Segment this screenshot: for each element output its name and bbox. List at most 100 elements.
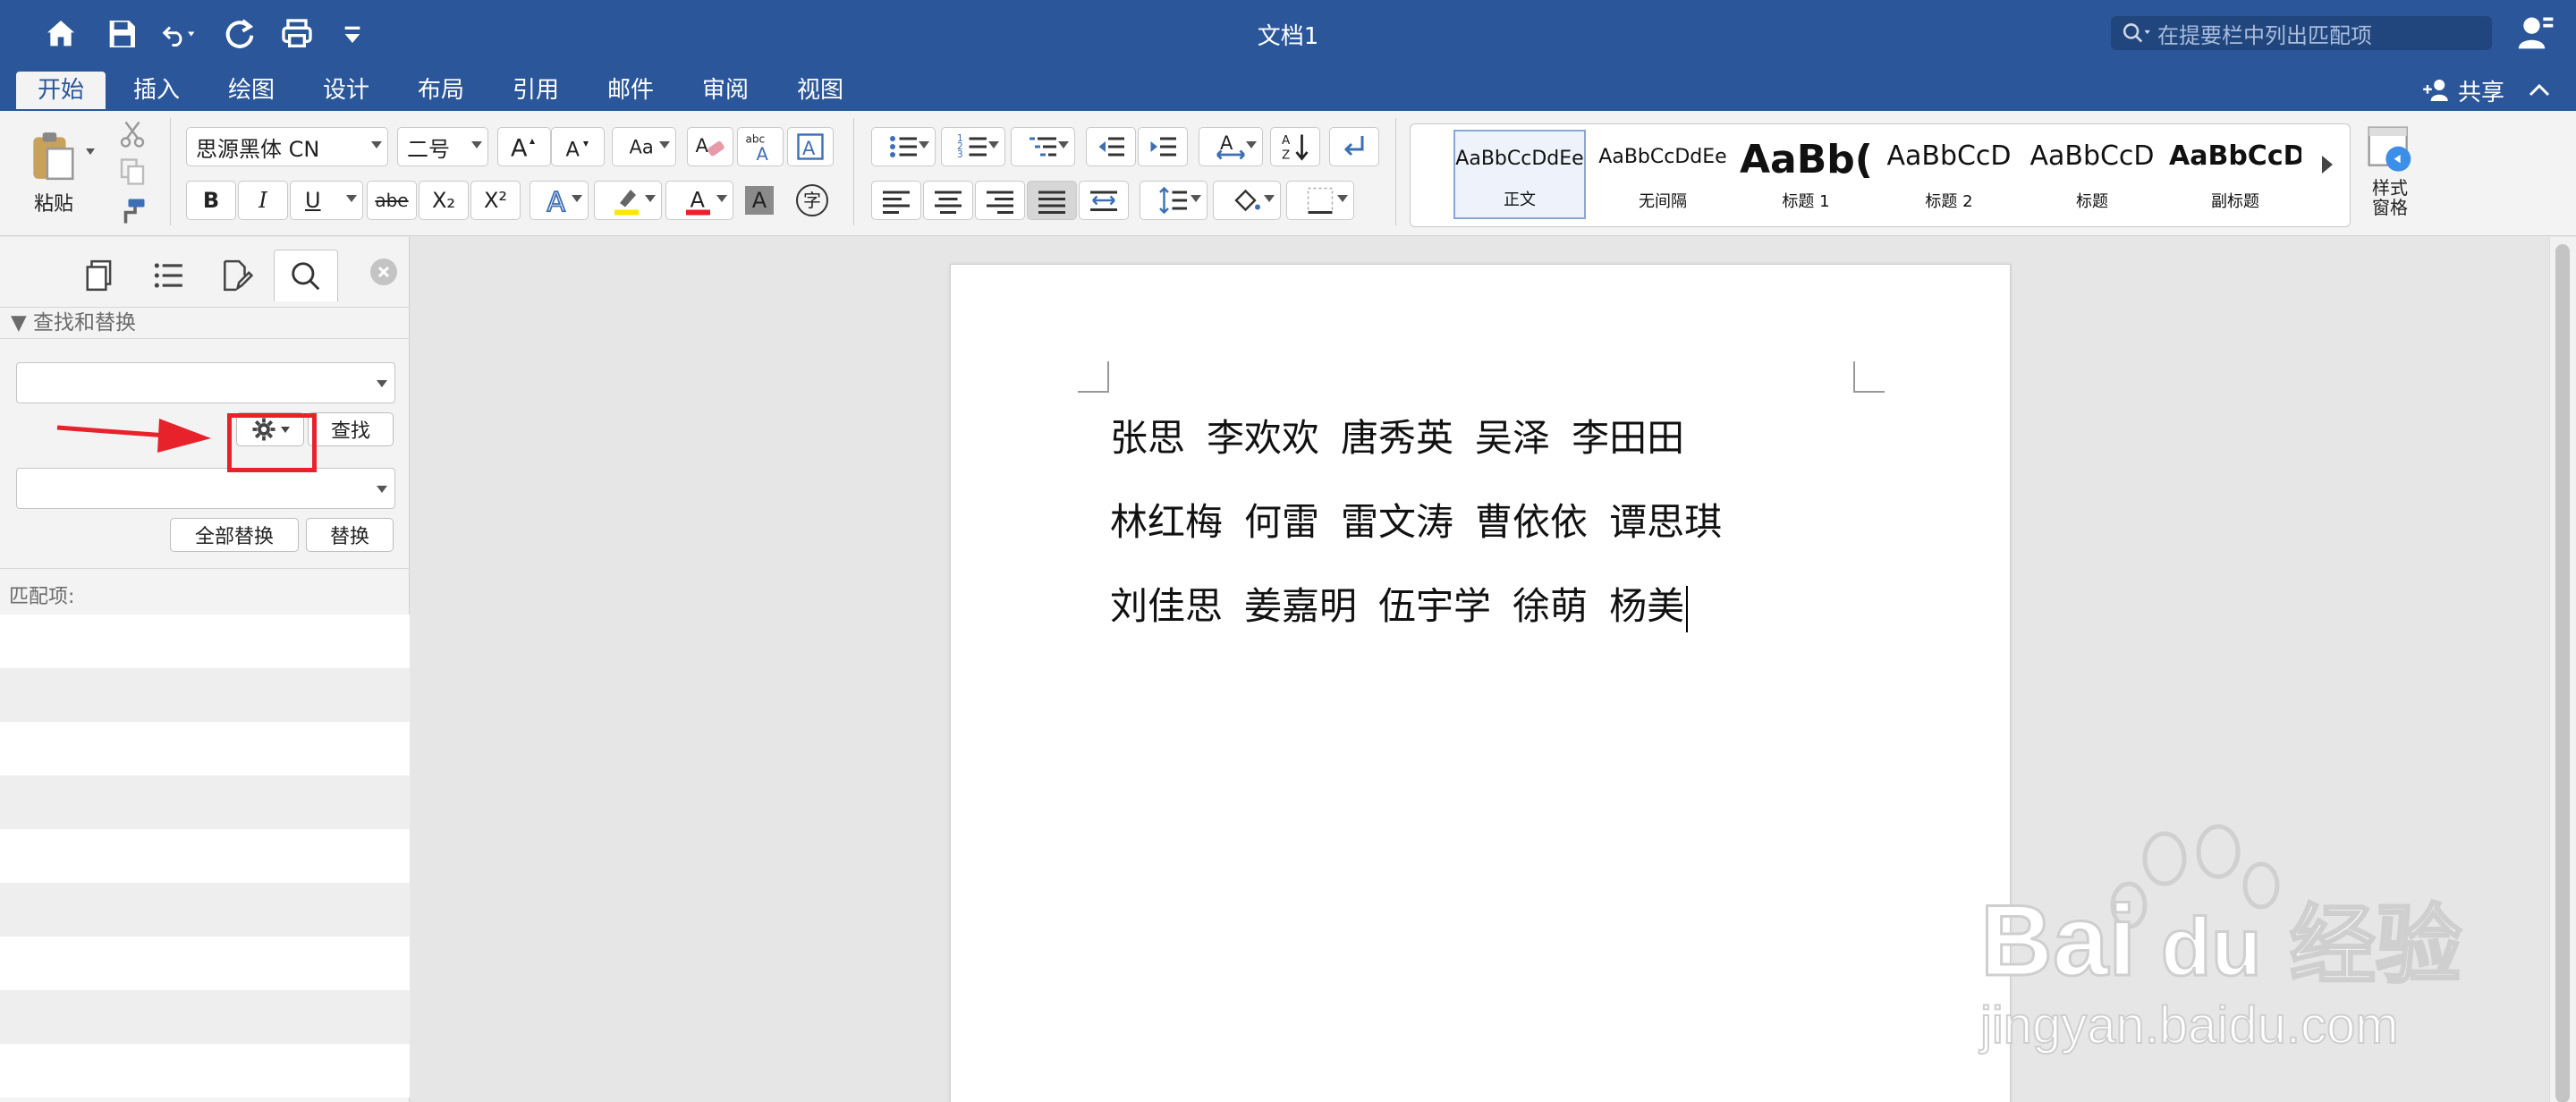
paste-button[interactable] — [16, 120, 88, 191]
styles-pane-button[interactable]: 样式 窗格 — [2361, 123, 2419, 227]
shading-button[interactable] — [1213, 181, 1281, 220]
tab-reviewing[interactable] — [204, 250, 268, 301]
document-page[interactable]: 张思 李欢欢 唐秀英 吴泽 李田田 林红梅 何雷 雷文涛 曹依依 谭思琪 刘佳思 姜嘉明 伍宇学 徐萌… — [950, 264, 2011, 1102]
style-title[interactable]: AaBbCcD 标题 — [2026, 130, 2158, 219]
justify-button[interactable] — [1027, 181, 1077, 220]
character-shading-button[interactable]: A — [739, 181, 780, 220]
name-text: 李田田 — [1572, 416, 1685, 460]
justify-icon — [1038, 191, 1065, 214]
paste-dropdown-icon[interactable] — [86, 148, 95, 155]
style-name: 副标题 — [2211, 192, 2259, 211]
align-left-button[interactable] — [871, 181, 921, 220]
decrease-indent-button[interactable] — [1086, 127, 1136, 166]
gallery-more-icon[interactable] — [2322, 156, 2333, 174]
shrink-font-button[interactable]: A — [551, 127, 605, 166]
annotation-highlight-box — [227, 413, 317, 472]
name-text: 张思 — [1110, 416, 1186, 460]
tab-outline[interactable] — [136, 250, 200, 301]
ribbon-separator — [170, 118, 171, 225]
account-icon[interactable] — [2517, 13, 2556, 52]
svg-text:du: du — [2161, 902, 2261, 993]
copy-icon[interactable] — [113, 154, 152, 190]
underline-button[interactable]: U — [290, 181, 363, 220]
distributed-button[interactable] — [1079, 181, 1129, 220]
show-marks-button[interactable] — [1329, 127, 1379, 166]
align-right-button[interactable] — [975, 181, 1025, 220]
style-normal[interactable]: AaBbCcDdEe 正文 — [1453, 130, 1586, 219]
find-input[interactable] — [16, 362, 395, 403]
tab-references[interactable]: 引用 — [504, 72, 567, 109]
clear-formatting-button[interactable]: A — [687, 127, 733, 166]
vertical-scrollbar[interactable] — [2549, 237, 2576, 1102]
svg-text:Aa: Aa — [630, 137, 654, 158]
name-text: 谭思琪 — [1609, 500, 1723, 544]
italic-button[interactable]: I — [238, 181, 288, 220]
borders-button[interactable] — [1286, 181, 1354, 220]
style-heading-2[interactable]: AaBbCcD 标题 2 — [1883, 130, 2015, 219]
find-button[interactable]: 查找 — [308, 412, 394, 446]
format-painter-icon[interactable] — [113, 193, 152, 229]
tab-review[interactable]: 审阅 — [694, 72, 757, 109]
multilevel-list-button[interactable] — [1011, 127, 1075, 166]
tab-home[interactable]: 开始 — [16, 72, 106, 109]
highlight-color-button[interactable] — [594, 181, 662, 220]
list-item — [0, 668, 410, 722]
search-icon — [2123, 23, 2150, 43]
increase-indent-button[interactable] — [1138, 127, 1188, 166]
align-center-button[interactable] — [923, 181, 973, 220]
tab-design[interactable]: 设计 — [315, 72, 377, 109]
change-case-button[interactable]: Aa — [612, 127, 676, 166]
tab-mailings[interactable]: 邮件 — [599, 72, 662, 109]
style-subtitle[interactable]: AaBbCcD 副标题 — [2169, 130, 2301, 219]
line-spacing-button[interactable] — [1140, 181, 1208, 220]
svg-text:经验: 经验 — [2290, 895, 2462, 996]
superscript-button[interactable]: X² — [470, 181, 521, 220]
text-direction-icon: A — [1216, 132, 1245, 160]
tab-draw[interactable]: 绘图 — [220, 72, 283, 109]
font-name-select[interactable]: 思源黑体 CN — [186, 127, 388, 166]
tab-search[interactable] — [274, 250, 338, 301]
replace-all-button[interactable]: 全部替换 — [170, 518, 299, 552]
align-center-icon — [935, 191, 962, 214]
name-text: 吴泽 — [1475, 416, 1551, 460]
navigation-pane: ▼ 查找和替换 查找 全部替换 替换 匹配项: — [0, 237, 410, 1102]
tab-insert[interactable]: 插入 — [125, 72, 188, 109]
bullets-button[interactable] — [871, 127, 936, 166]
styles-pane-icon — [2368, 126, 2411, 172]
tab-view[interactable]: 视图 — [789, 72, 852, 109]
enclose-characters-button[interactable]: 字 — [789, 181, 835, 220]
enclose-characters-label: 字 — [796, 184, 828, 216]
sort-button[interactable]: AZ — [1270, 127, 1320, 166]
name-text: 雷文涛 — [1341, 500, 1454, 544]
name-text: 唐秀英 — [1341, 416, 1454, 460]
text-cursor — [1686, 585, 1689, 632]
text-direction-button[interactable]: A — [1199, 127, 1263, 166]
font-color-button[interactable]: A — [665, 181, 733, 220]
cut-icon[interactable] — [113, 116, 152, 152]
scrollbar-thumb[interactable] — [2555, 244, 2570, 1102]
numbering-button[interactable]: 123 — [941, 127, 1005, 166]
character-border-button[interactable]: A — [787, 127, 834, 166]
find-replace-header[interactable]: ▼ 查找和替换 — [0, 307, 410, 339]
search-input[interactable]: 在提要栏中列出匹配项 — [2111, 16, 2492, 50]
replace-button[interactable]: 替换 — [306, 518, 394, 552]
bold-button[interactable]: B — [186, 181, 236, 220]
close-pane-icon[interactable] — [370, 259, 397, 285]
style-heading-1[interactable]: AaBb( 标题 1 — [1740, 130, 1872, 219]
subscript-button[interactable]: X₂ — [419, 181, 469, 220]
numbering-icon: 123 — [957, 133, 987, 160]
share-button[interactable]: 共享 — [2422, 73, 2504, 107]
strikethrough-button[interactable]: abe — [367, 181, 417, 220]
grow-font-button[interactable]: A — [497, 127, 551, 166]
tab-layout[interactable]: 布局 — [410, 72, 472, 109]
sort-icon: AZ — [1282, 133, 1309, 163]
collapse-ribbon-icon[interactable] — [2526, 77, 2553, 104]
font-size-select[interactable]: 二号 — [397, 127, 488, 166]
ribbon-home: 粘贴 思源黑体 CN 二号 A A Aa A abc A A B I U abe… — [0, 111, 2576, 236]
text-effects-button[interactable]: A — [530, 181, 589, 220]
replace-input[interactable] — [16, 468, 395, 509]
list-icon — [154, 263, 182, 288]
tab-thumbnails[interactable] — [68, 250, 132, 301]
style-no-spacing[interactable]: AaBbCcDdEe 无间隔 — [1597, 130, 1729, 219]
phonetic-guide-button[interactable]: abc A — [737, 127, 784, 166]
